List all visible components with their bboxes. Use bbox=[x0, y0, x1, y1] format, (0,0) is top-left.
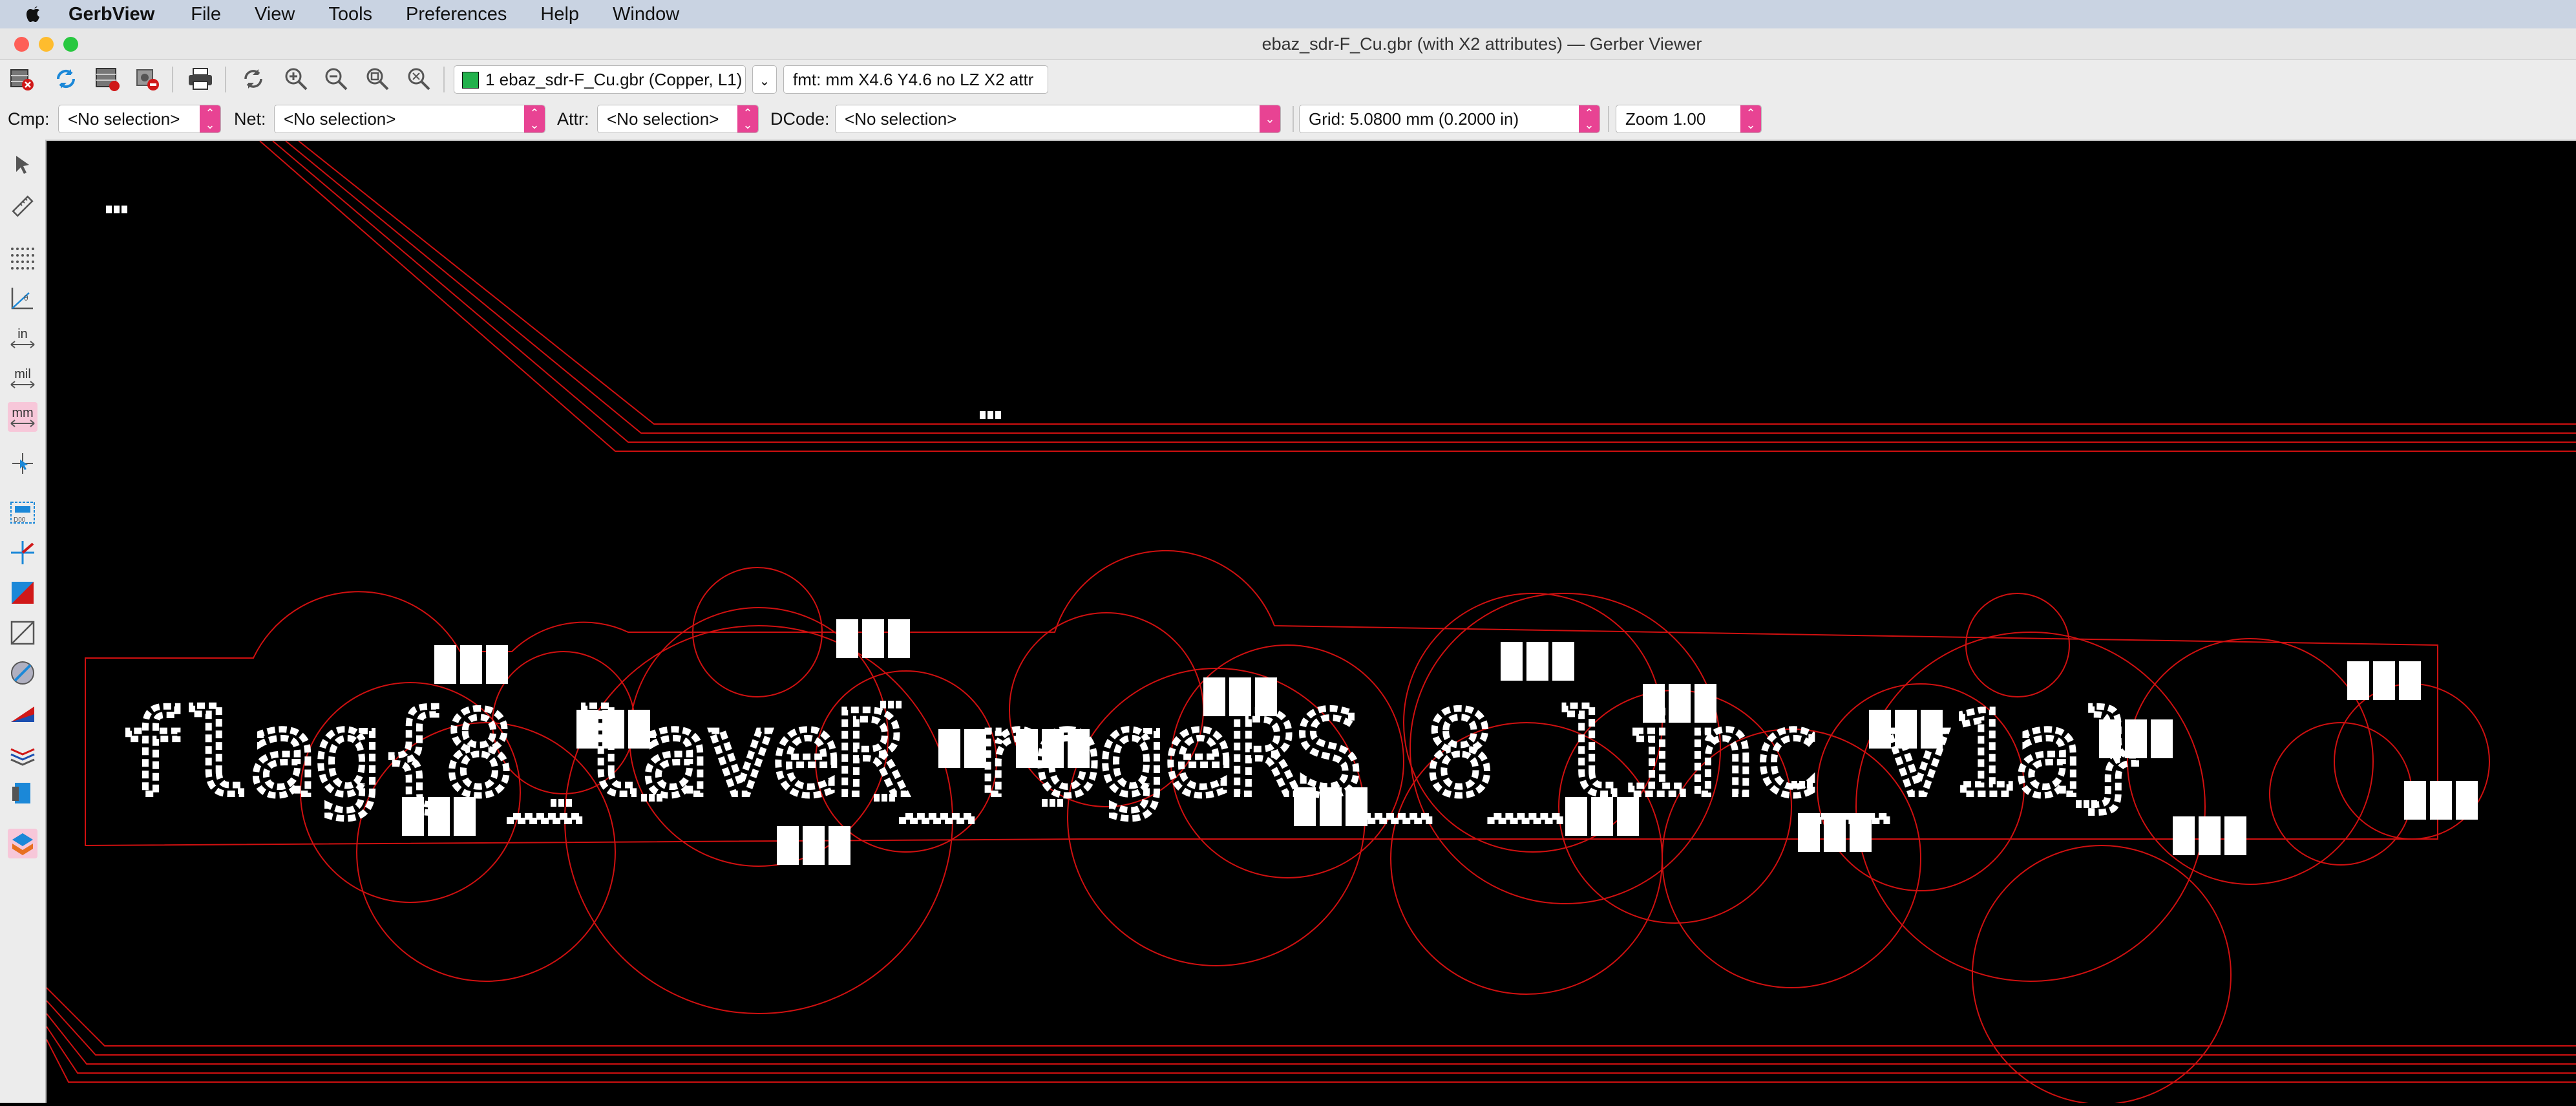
print-icon[interactable] bbox=[186, 65, 215, 93]
zoom-selection-icon[interactable] bbox=[405, 65, 433, 93]
diff-mode-icon[interactable] bbox=[8, 698, 37, 728]
measure-ruler-icon[interactable] bbox=[8, 191, 37, 221]
attr-select[interactable]: <No selection> ⌃ ⌄ bbox=[597, 105, 759, 133]
grid-select-value: Grid: 5.0800 mm (0.2000 in) bbox=[1309, 109, 1519, 129]
layer-select[interactable]: 1 ebaz_sdr-F_Cu.gbr (Copper, L1) bbox=[454, 65, 746, 94]
toolbar-separator bbox=[443, 67, 445, 92]
left-toolbar: θ in mil mm D00 bbox=[0, 140, 47, 1103]
net-select[interactable]: <No selection> ⌃ ⌄ bbox=[274, 105, 545, 133]
window-title: ebaz_sdr-F_Cu.gbr (with X2 attributes) —… bbox=[1262, 34, 1702, 54]
apple-icon[interactable] bbox=[14, 0, 53, 28]
chevron-updown-icon: ⌃ ⌄ bbox=[200, 105, 220, 133]
copper-traces bbox=[46, 140, 2576, 1105]
gerber-drawing: flag{8_laveR_rogeRS_8_linc_v1a} bbox=[46, 140, 2576, 1105]
layer-select-dropdown-button[interactable]: ⌄ bbox=[752, 65, 777, 94]
dcode-display-icon[interactable]: D00 bbox=[8, 498, 37, 527]
units-mm-label: mm bbox=[12, 406, 34, 420]
menu-help[interactable]: Help bbox=[540, 0, 579, 28]
zoom-out-icon[interactable] bbox=[322, 65, 350, 93]
menu-window[interactable]: Window bbox=[613, 0, 679, 28]
layer-color-swatch bbox=[462, 72, 479, 89]
cmp-select[interactable]: <No selection> ⌃ ⌄ bbox=[58, 105, 221, 133]
main-toolbar: 1 ebaz_sdr-F_Cu.gbr (Copper, L1) ⌄ fmt: … bbox=[0, 60, 2576, 98]
chevron-updown-icon: ⌃ ⌄ bbox=[737, 105, 758, 133]
reload-icon[interactable] bbox=[52, 65, 80, 93]
layer-select-value: 1 ebaz_sdr-F_Cu.gbr (Copper, L1) bbox=[485, 70, 743, 89]
delete-layer-icon[interactable] bbox=[133, 65, 162, 93]
select-arrow-icon[interactable] bbox=[8, 150, 37, 180]
flashed-items-icon[interactable] bbox=[8, 538, 37, 568]
clear-layers-icon[interactable] bbox=[8, 65, 36, 93]
layer-manager-icon[interactable] bbox=[93, 65, 121, 93]
dcode-label: DCode: bbox=[770, 109, 830, 129]
grid-select[interactable]: Grid: 5.0800 mm (0.2000 in) ⌃ ⌄ bbox=[1299, 105, 1600, 133]
negative-objects-icon[interactable] bbox=[8, 658, 37, 688]
attr-label: Attr: bbox=[557, 109, 589, 129]
toolbar-separator bbox=[172, 67, 173, 92]
cmp-select-value: <No selection> bbox=[68, 109, 180, 129]
zoom-in-icon[interactable] bbox=[282, 65, 310, 93]
menu-app-name[interactable]: GerbView bbox=[69, 0, 154, 28]
dcode-select[interactable]: <No selection> ⌄ bbox=[835, 105, 1281, 133]
menu-bar: GerbView File View Tools Preferences Hel… bbox=[0, 0, 2576, 28]
layers-3d-icon[interactable] bbox=[8, 829, 37, 858]
gerber-canvas[interactable]: flag{8_laveR_rogeRS_8_linc_v1a} bbox=[46, 140, 2576, 1105]
chevron-down-icon: ⌄ bbox=[1260, 105, 1280, 133]
filter-toolbar: Cmp: <No selection> ⌃ ⌄ Net: <No selectio… bbox=[0, 98, 2576, 141]
polygon-fill-icon[interactable] bbox=[8, 578, 37, 608]
units-mils-icon[interactable]: mil bbox=[8, 363, 37, 393]
chevron-down-icon: ⌄ bbox=[759, 74, 770, 89]
units-inches-label: in bbox=[17, 327, 28, 341]
dcode-select-value: <No selection> bbox=[845, 109, 957, 129]
attr-select-value: <No selection> bbox=[607, 109, 719, 129]
format-info-field: fmt: mm X4.6 Y4.6 no LZ X2 attr bbox=[783, 65, 1048, 94]
svg-text:θ: θ bbox=[24, 293, 28, 303]
layers-manager-panel-icon[interactable] bbox=[8, 778, 37, 808]
svg-text:D00: D00 bbox=[14, 516, 26, 524]
polar-coordinates-icon[interactable]: θ bbox=[8, 283, 37, 313]
cursor-crosshair-icon[interactable] bbox=[8, 449, 37, 478]
gerber-text-flag: flag{8_laveR_rogeRS_8_linc_v1a} bbox=[118, 687, 2144, 821]
toolbar-separator bbox=[1608, 106, 1609, 132]
cmp-label: Cmp: bbox=[8, 109, 50, 129]
zoom-select[interactable]: Zoom 1.00 ⌃ ⌄ bbox=[1616, 105, 1762, 133]
toolbar-separator bbox=[225, 67, 226, 92]
layers-stack-icon[interactable] bbox=[8, 738, 37, 768]
menu-file[interactable]: File bbox=[191, 0, 221, 28]
grid-dots-icon[interactable] bbox=[8, 243, 37, 273]
chevron-updown-icon: ⌃ ⌄ bbox=[1740, 105, 1761, 133]
net-select-value: <No selection> bbox=[284, 109, 396, 129]
menu-preferences[interactable]: Preferences bbox=[406, 0, 507, 28]
zoom-select-value: Zoom 1.00 bbox=[1625, 109, 1706, 129]
window-titlebar: ebaz_sdr-F_Cu.gbr (with X2 attributes) —… bbox=[0, 28, 2576, 60]
units-mils-label: mil bbox=[14, 367, 31, 381]
format-info-text: fmt: mm X4.6 Y4.6 no LZ X2 attr bbox=[793, 70, 1034, 89]
units-inches-icon[interactable]: in bbox=[8, 323, 37, 353]
chevron-updown-icon: ⌃ ⌄ bbox=[524, 105, 545, 133]
menu-view[interactable]: View bbox=[255, 0, 295, 28]
menu-tools[interactable]: Tools bbox=[328, 0, 372, 28]
zoom-fit-icon[interactable] bbox=[363, 65, 392, 93]
net-label: Net: bbox=[234, 109, 266, 129]
chevron-updown-icon: ⌃ ⌄ bbox=[1579, 105, 1599, 133]
redraw-icon[interactable] bbox=[239, 65, 268, 93]
units-mm-icon[interactable]: mm bbox=[8, 402, 37, 432]
lines-sketch-icon[interactable] bbox=[8, 618, 37, 648]
toolbar-separator bbox=[1293, 106, 1294, 132]
